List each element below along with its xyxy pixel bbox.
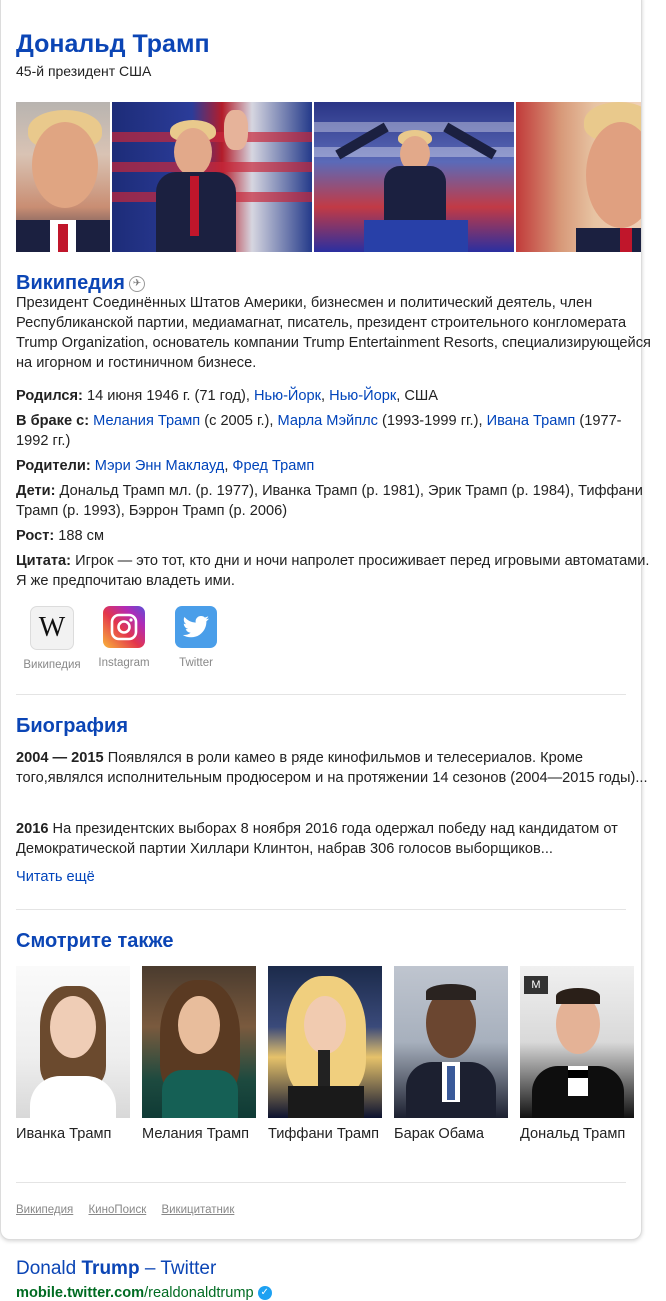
instagram-icon[interactable] (103, 606, 145, 648)
fact-born-link-state[interactable]: Нью-Йорк (329, 388, 396, 404)
fact-spouse-years-2: (1993-1999 гг.), (381, 413, 483, 429)
fact-born: Родился: 14 июня 1946 г. (71 год), Нью-Й… (16, 388, 438, 404)
wikipedia-heading[interactable]: Википедия ✈ (16, 272, 652, 295)
twitter-icon[interactable] (175, 606, 217, 648)
divider-2 (16, 909, 626, 910)
gallery-photo-2[interactable] (112, 102, 312, 252)
social-label-wikipedia[interactable]: Википедия (16, 659, 88, 671)
person-name[interactable]: Тиффани Трамп (268, 1126, 382, 1142)
bio-item-2: 2016 На президентских выборах 8 ноября 2… (16, 819, 652, 859)
result-url[interactable]: mobile.twitter.com/realdonaldtrump ✓ (16, 1285, 272, 1301)
person-photo[interactable] (394, 966, 508, 1118)
see-also-list: Иванка Трамп Мелания Трамп Тиффани Трамп… (16, 966, 636, 1146)
source-link-wikipedia[interactable]: Википедия (16, 1204, 73, 1216)
person-name[interactable]: Барак Обама (394, 1126, 508, 1142)
fact-spouse-years-1: (с 2005 г.), (204, 413, 274, 429)
result-title-prefix[interactable]: Donald (16, 1258, 76, 1279)
fact-spouse-link-1[interactable]: Мелания Трамп (93, 413, 200, 429)
fact-born-label: Родился: (16, 388, 83, 404)
gallery-photo-3[interactable] (314, 102, 514, 252)
wiki-description: Президент Соединённых Штатов Америки, би… (16, 295, 651, 371)
facts-list: Родился: 14 июня 1946 г. (71 год), Нью-Й… (16, 386, 652, 596)
fact-height: Рост: 188 см (16, 526, 652, 546)
fact-quote: Цитата: Игрок — это тот, кто дни и ночи … (16, 551, 652, 591)
gallery-photo-4[interactable] (516, 102, 641, 252)
person-name[interactable]: Дональд Трамп (520, 1126, 634, 1142)
social-link-instagram[interactable]: Instagram (88, 606, 160, 669)
fact-parent-link-1[interactable]: Мэри Энн Маклауд (95, 458, 225, 474)
result-title-link[interactable]: Donald Trump – Twitter (16, 1258, 216, 1280)
bio-item-1-years: 2004 — 2015 (16, 750, 104, 766)
fact-born-link-city[interactable]: Нью-Йорк (254, 388, 321, 404)
fact-children: Дети: Дональд Трамп мл. (р. 1977), Иванк… (16, 481, 652, 521)
verified-badge-icon: ✓ (257, 1286, 272, 1301)
see-also-item-2[interactable]: Мелания Трамп (142, 966, 256, 1142)
result-title-bold[interactable]: Trump (82, 1258, 140, 1279)
bio-item-2-years: 2016 (16, 821, 49, 837)
person-photo[interactable]: M (520, 966, 634, 1118)
see-also-item-4[interactable]: Барак Обама (394, 966, 508, 1142)
fact-height-label: Рост: (16, 528, 55, 544)
result-url-domain[interactable]: mobile.twitter.com (16, 1285, 144, 1301)
bio-item-2-text: На президентских выборах 8 ноября 2016 г… (16, 821, 618, 857)
fact-parents: Родители: Мэри Энн Маклауд, Фред Трамп (16, 458, 315, 474)
bio-item-1: 2004 — 2015 Появлялся в роли камео в ряд… (16, 748, 652, 788)
wikipedia-heading-text[interactable]: Википедия (16, 272, 125, 294)
see-also-item-1[interactable]: Иванка Трамп (16, 966, 130, 1142)
fact-spouse: В браке с: Мелания Трамп (с 2005 г.), Ма… (16, 411, 652, 451)
divider-1 (16, 694, 626, 695)
person-name[interactable]: Иванка Трамп (16, 1126, 130, 1142)
person-name[interactable]: Мелания Трамп (142, 1126, 256, 1142)
social-label-instagram[interactable]: Instagram (88, 657, 160, 669)
fact-born-country: США (404, 388, 438, 404)
source-link-kinopoisk[interactable]: КиноПоиск (88, 1204, 146, 1216)
image-gallery[interactable] (16, 102, 641, 252)
see-also-item-5[interactable]: M Дональд Трамп (520, 966, 634, 1142)
bio-item-1-text: Появлялся в роли камео в ряде кинофильмо… (16, 750, 648, 786)
see-also-item-3[interactable]: Тиффани Трамп (268, 966, 382, 1142)
social-link-wikipedia[interactable]: W Википедия (16, 606, 88, 671)
see-also-heading[interactable]: Смотрите также (16, 930, 652, 953)
fact-quote-label: Цитата: (16, 553, 72, 569)
person-photo[interactable] (16, 966, 130, 1118)
gallery-photo-1[interactable] (16, 102, 110, 252)
fact-spouse-label: В браке с: (16, 413, 90, 429)
fact-born-date: 14 июня 1946 г. (71 год), (86, 388, 250, 404)
wikipedia-info-icon[interactable]: ✈ (128, 275, 145, 292)
fact-parents-label: Родители: (16, 458, 91, 474)
wikipedia-icon[interactable]: W (30, 606, 74, 650)
sources-list: Википедия КиноПоиск Викицитатник (16, 1204, 652, 1216)
social-label-twitter[interactable]: Twitter (160, 657, 232, 669)
fact-spouse-link-2[interactable]: Марла Мэйплс (278, 413, 378, 429)
fact-children-value: Дональд Трамп мл. (р. 1977), Иванка Трам… (16, 483, 643, 519)
fact-spouse-link-3[interactable]: Ивана Трамп (487, 413, 576, 429)
entity-title[interactable]: Дональд Трамп (16, 30, 652, 59)
fact-height-value: 188 см (58, 528, 105, 544)
person-photo[interactable] (142, 966, 256, 1118)
biography-heading[interactable]: Биография (16, 715, 652, 738)
fact-parent-link-2[interactable]: Фред Трамп (232, 458, 314, 474)
social-link-twitter[interactable]: Twitter (160, 606, 232, 669)
source-link-wikiquote[interactable]: Викицитатник (161, 1204, 234, 1216)
read-more-link[interactable]: Читать ещё (16, 869, 652, 885)
result-url-path[interactable]: /realdonaldtrump (144, 1285, 254, 1301)
result-title-suffix[interactable]: – Twitter (145, 1258, 216, 1279)
fact-quote-value: Игрок — это тот, кто дни и ночи напролет… (16, 553, 650, 589)
entity-subtitle: 45-й президент США (16, 63, 152, 79)
divider-3 (16, 1182, 626, 1183)
fact-children-label: Дети: (16, 483, 56, 499)
person-photo[interactable] (268, 966, 382, 1118)
